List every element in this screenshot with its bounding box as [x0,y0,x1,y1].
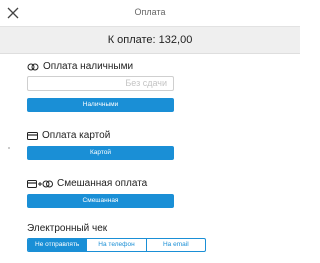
cash-input[interactable]: Без сдачи [27,76,174,91]
receipt-option-email[interactable]: На email [145,239,205,251]
amount-bar: К оплате: 132,00 [0,27,300,54]
mixed-title: Смешанная оплата [27,177,147,190]
receipt-title: Электронный чек [27,223,108,234]
mixed-button[interactable]: Смешанная [27,194,174,208]
receipt-option-phone[interactable]: На телефон [86,239,145,251]
cash-section: Оплата наличными Без сдачи Наличными [27,60,177,120]
card-icon [27,131,38,140]
card-section: Оплата картой Картой [27,129,177,165]
mixed-title-label: Смешанная оплата [57,178,148,189]
receipt-options: Не отправлять На телефон На email [27,238,206,252]
window-title: Оплата [134,7,166,17]
margin-dot [8,147,10,149]
card-title: Оплата картой [27,129,110,142]
amount-due: К оплате: 132,00 [107,34,193,46]
mixed-payment-icon [27,179,53,188]
receipt-section: Электронный чек [27,222,177,236]
card-title-label: Оплата картой [42,130,111,141]
receipt-option-none[interactable]: Не отправлять [28,239,87,251]
cash-icon [27,63,39,70]
cash-title: Оплата наличными [27,60,133,73]
card-button[interactable]: Картой [27,146,174,160]
mixed-section: Смешанная оплата Смешанная [27,177,177,213]
cash-title-label: Оплата наличными [43,61,134,72]
top-bar: Оплата [0,0,300,27]
cash-button[interactable]: Наличными [27,98,174,112]
